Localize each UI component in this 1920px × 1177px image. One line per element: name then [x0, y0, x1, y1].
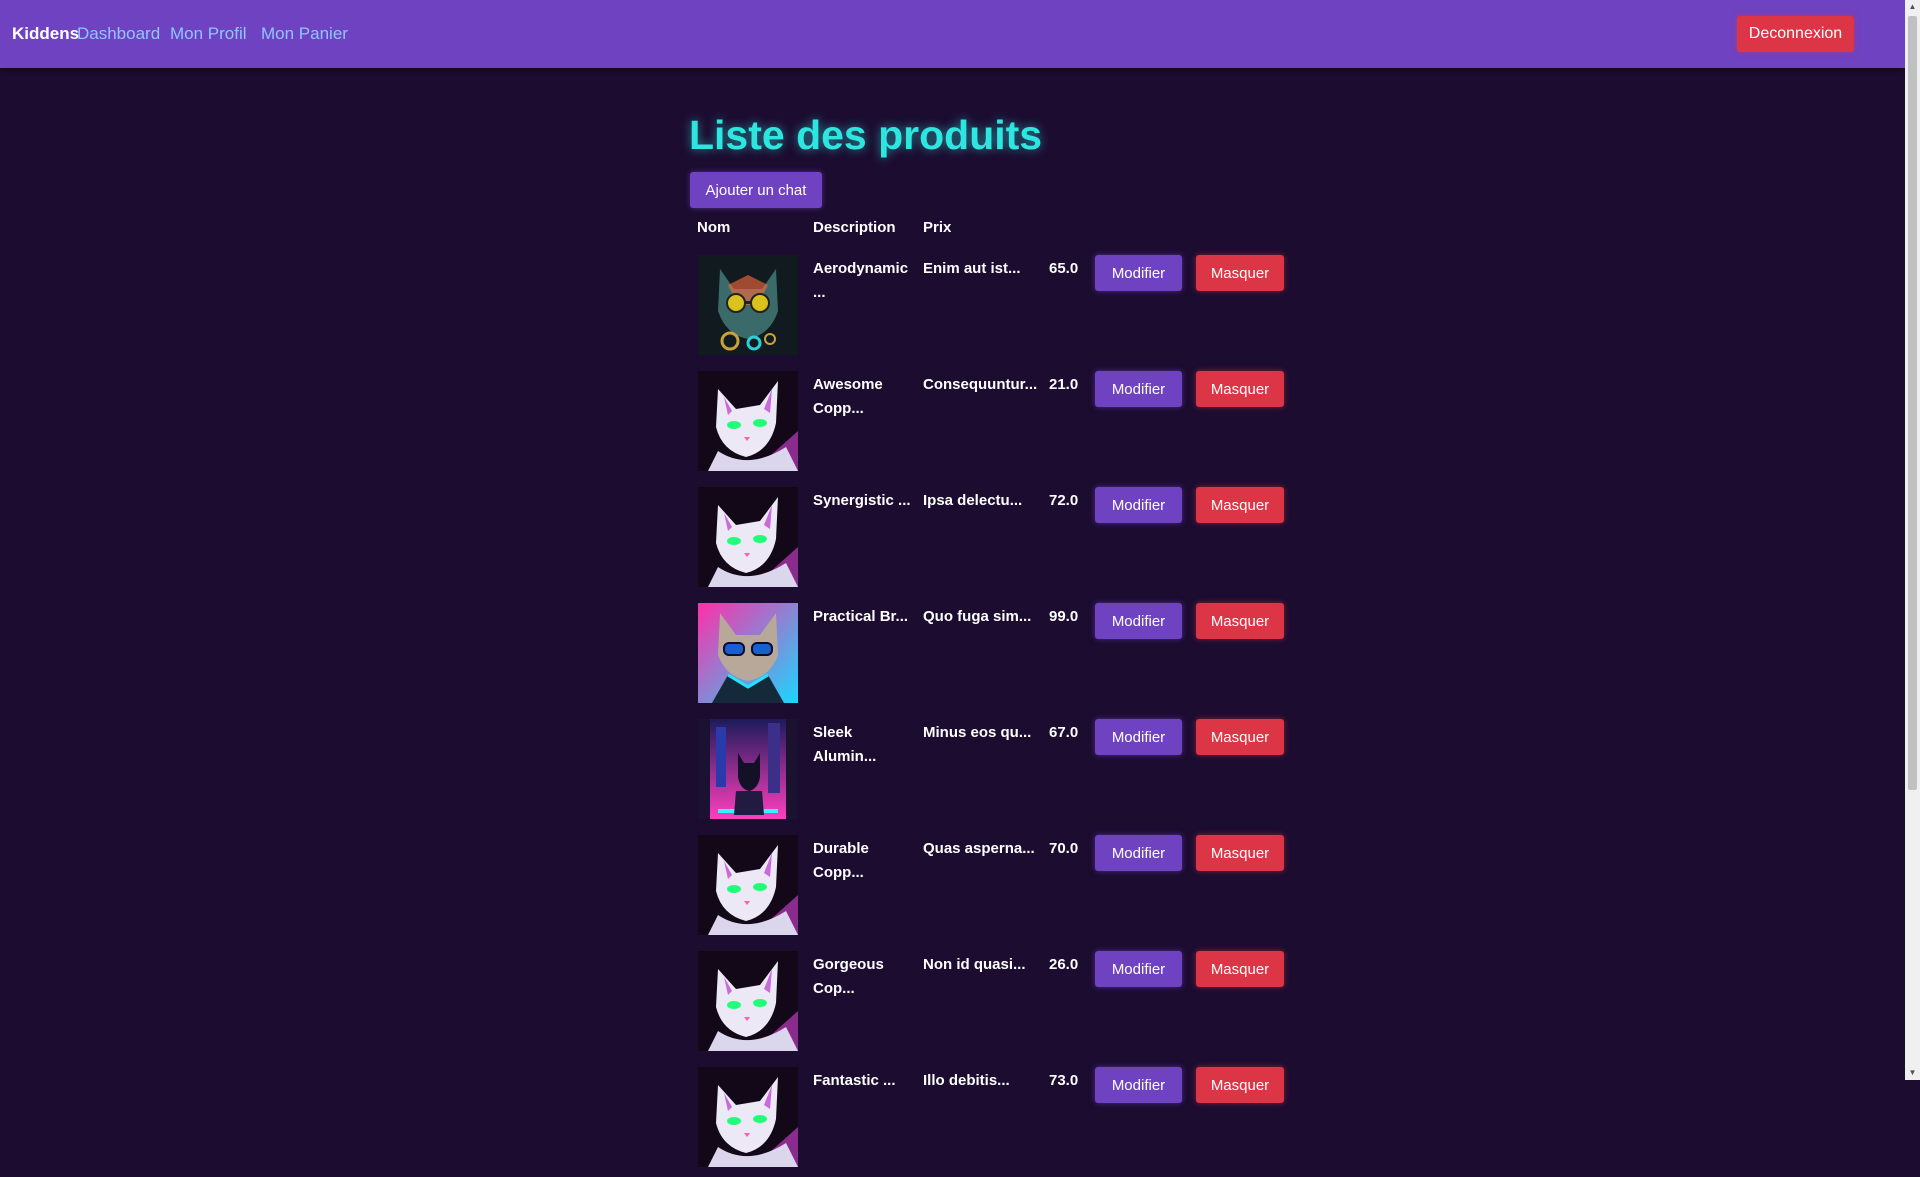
product-name: Synergistic ... — [813, 492, 911, 509]
table-row: Sleek Alumin... Minus eos qu... 67.0 Modifi… — [690, 719, 1290, 829]
scroll-down-arrow-icon[interactable]: ▼ — [1905, 1066, 1920, 1080]
nav-link-profile[interactable]: Mon Profil — [170, 24, 247, 44]
white-cat-icon — [698, 951, 798, 1051]
table-row: Aerodynamic ... Enim aut ist... 65.0 Modifi… — [690, 255, 1290, 365]
scroll-up-arrow-icon[interactable]: ▲ — [1905, 0, 1920, 14]
column-header-price: Prix — [923, 219, 952, 236]
edit-button[interactable]: Modifier — [1095, 255, 1182, 291]
edit-button[interactable]: Modifier — [1095, 371, 1182, 407]
product-name: Sleek Alumin... — [813, 724, 877, 765]
hide-button[interactable]: Masquer — [1196, 255, 1284, 291]
column-header-description: Description — [813, 219, 896, 236]
table-row: Practical Br... Quo fuga sim... 99.0 Modifi… — [690, 603, 1290, 713]
nav-link-dashboard[interactable]: Dashboard — [77, 24, 160, 44]
product-description: Non id quasi... — [923, 956, 1026, 973]
hide-button[interactable]: Masquer — [1196, 951, 1284, 987]
product-price: 26.0 — [1049, 956, 1079, 973]
edit-button[interactable]: Modifier — [1095, 487, 1182, 523]
edit-button[interactable]: Modifier — [1095, 835, 1182, 871]
hide-button[interactable]: Masquer — [1196, 371, 1284, 407]
product-price: 65.0 — [1049, 260, 1079, 277]
table-row: Fantastic ... Illo debitis... 73.0 Modifier… — [690, 1067, 1290, 1177]
product-price: 99.0 — [1049, 608, 1079, 625]
product-description: Quas asperna... — [923, 840, 1035, 857]
product-name: Aerodynamic ... — [813, 260, 909, 301]
edit-button[interactable]: Modifier — [1095, 1067, 1182, 1103]
table-row: Gorgeous Cop... Non id quasi... 26.0 Modifi… — [690, 951, 1290, 1061]
add-cat-button[interactable]: Ajouter un chat — [690, 172, 822, 208]
brand-logo[interactable]: Kiddens — [12, 24, 79, 44]
hide-button[interactable]: Masquer — [1196, 835, 1284, 871]
table-row: Durable Copp... Quas asperna... 70.0 Modifi… — [690, 835, 1290, 945]
hide-button[interactable]: Masquer — [1196, 1067, 1284, 1103]
nav-link-cart[interactable]: Mon Panier — [261, 24, 348, 44]
white-cat-icon — [698, 371, 798, 471]
logout-button[interactable]: Deconnexion — [1737, 16, 1854, 52]
column-header-name: Nom — [697, 219, 731, 236]
product-price: 21.0 — [1049, 376, 1079, 393]
neon-cat-sunglasses-icon — [698, 603, 798, 703]
white-cat-icon — [698, 487, 798, 587]
navbar: Kiddens Dashboard Mon Profil Mon Panier … — [0, 0, 1905, 68]
edit-button[interactable]: Modifier — [1095, 719, 1182, 755]
product-description: Enim aut ist... — [923, 260, 1021, 277]
table-row: Awesome Copp... Consequuntur... 21.0 Modifi… — [690, 371, 1290, 481]
city-cat-icon — [698, 719, 798, 819]
product-name: Durable Copp... — [813, 840, 869, 881]
edit-button[interactable]: Modifier — [1095, 603, 1182, 639]
page-title: Liste des produits — [689, 112, 1043, 158]
hide-button[interactable]: Masquer — [1196, 487, 1284, 523]
product-name: Fantastic ... — [813, 1072, 896, 1089]
product-description: Consequuntur... — [923, 376, 1038, 393]
product-name: Gorgeous Cop... — [813, 956, 884, 997]
hide-button[interactable]: Masquer — [1196, 719, 1284, 755]
product-name: Practical Br... — [813, 608, 909, 625]
hide-button[interactable]: Masquer — [1196, 603, 1284, 639]
product-price: 73.0 — [1049, 1072, 1079, 1089]
scrollbar[interactable]: ▲ ▼ — [1905, 0, 1920, 1080]
product-description: Illo debitis... — [923, 1072, 1010, 1089]
product-name: Awesome Copp... — [813, 376, 883, 417]
product-description: Ipsa delectu... — [923, 492, 1023, 509]
white-cat-icon — [698, 1067, 798, 1167]
white-cat-icon — [698, 835, 798, 935]
table-row: Synergistic ... Ipsa delectu... 72.0 Modifi… — [690, 487, 1290, 597]
product-description: Minus eos qu... — [923, 724, 1032, 741]
scroll-thumb[interactable] — [1908, 16, 1917, 790]
product-description: Quo fuga sim... — [923, 608, 1032, 625]
product-price: 70.0 — [1049, 840, 1079, 857]
edit-button[interactable]: Modifier — [1095, 951, 1182, 987]
product-price: 72.0 — [1049, 492, 1079, 509]
product-price: 67.0 — [1049, 724, 1079, 741]
cat-goggles-icon — [698, 255, 798, 355]
